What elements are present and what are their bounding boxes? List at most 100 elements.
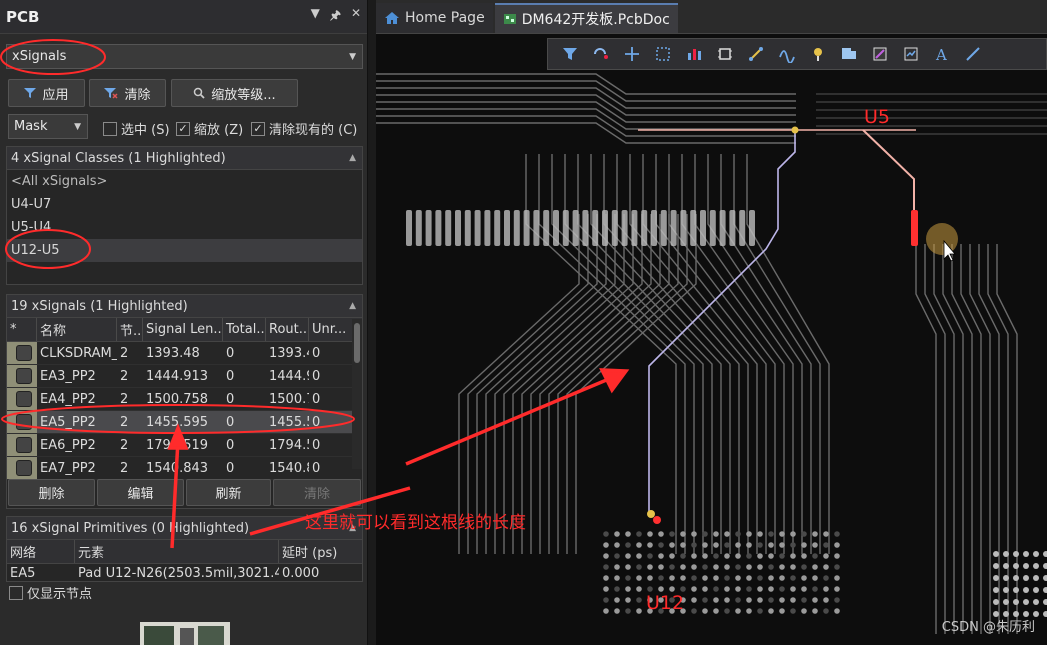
pad-icon[interactable] [802,40,833,68]
net-via-bottom[interactable] [647,510,655,518]
panel-title-bar: PCB ▼ 🖈 ✕ [0,0,367,34]
signal-unrouted: 0 [312,460,321,476]
col-star[interactable]: * [7,318,37,341]
pcb-canvas[interactable] [376,34,1047,645]
line-icon[interactable] [957,40,988,68]
row-color-swatch[interactable] [7,457,37,479]
col-element[interactable]: 元素 [75,540,279,563]
row-color-swatch[interactable] [7,411,37,433]
clear-filter-icon [104,88,119,99]
xsignals-scrollbar[interactable] [352,319,362,469]
component-icon[interactable] [709,40,740,68]
delete-button[interactable]: 删除 [8,479,95,506]
clear-existing-checkbox-box[interactable]: ✓ [251,121,265,136]
show-nodes-only-checkbox[interactable]: 仅显示节点 [9,583,92,602]
bar-chart-icon[interactable] [678,40,709,68]
interactive-route-icon[interactable] [740,40,771,68]
magnifier-icon [194,87,205,99]
u12-source-pad[interactable] [653,516,661,524]
xsignals-table-header: * 名称 节... Signal Len... Total... Rout...… [7,318,362,342]
dimension-icon[interactable] [895,40,926,68]
signal-routed: 1540.8 [269,460,309,476]
filter-type-select[interactable]: xSignals ▼ [6,44,363,69]
u5-target-pad[interactable] [911,210,918,246]
signal-length: 1393.48 [146,345,200,361]
clear-button[interactable]: 清除 [89,79,166,107]
class-item-all[interactable]: <All xSignals> [7,170,362,193]
xsignal-row[interactable]: CLKSDRAM_21393.4801393.40 [7,342,362,365]
col-net[interactable]: 网络 [7,540,75,563]
pcb-doc-icon [503,14,516,24]
col-signal-length[interactable]: Signal Len... [143,318,223,341]
xsignal-row[interactable]: EA3_PP221444.91301444.90 [7,365,362,388]
tab-pcbdoc[interactable]: DM642开发板.PcbDoc [494,3,678,33]
select-checkbox-box[interactable] [103,121,117,136]
signal-name: EA6_PP2 [40,437,96,453]
class-item-u12-u5[interactable]: U12-U5 [7,239,362,262]
xsignals-scroll-thumb[interactable] [354,323,360,363]
clear-existing-checkbox[interactable]: ✓ 清除现有的 (C) [251,119,357,138]
show-nodes-only-box[interactable] [9,585,23,600]
primitive-delay: 0.000 [282,565,320,581]
diff-pair-icon[interactable] [771,40,802,68]
zoom-checkbox[interactable]: ✓ 缩放 (Z) [176,119,243,138]
col-delay[interactable]: 延时 (ps) [279,540,354,563]
u5-annotation: U5 [864,106,890,128]
route-icon[interactable] [585,40,616,68]
panel-menu-icon[interactable]: ▼ [311,6,320,27]
apply-button[interactable]: 应用 [8,79,85,107]
text-icon[interactable]: A [926,40,957,68]
collapse-icon[interactable]: ▲ [349,153,356,163]
xsignal-row[interactable]: EA5_PP221455.59501455.50 [7,411,362,434]
col-unrouted[interactable]: Unr... [309,318,353,341]
clear-signals-button[interactable]: 清除 [273,479,361,506]
pcb-editor: Home Page DM642开发板.PcbDoc A U5 U12 CSDN … [376,0,1047,645]
panel-pin-icon[interactable]: 🖈 [330,6,341,27]
class-item-u5-u4[interactable]: U5-U4 [7,216,362,239]
xsignal-row[interactable]: EA7_PP221540.84301540.80 [7,457,362,480]
xsignal-row[interactable]: EA6_PP221794.51901794.50 [7,434,362,457]
document-tabs: Home Page DM642开发板.PcbDoc [376,0,1047,34]
col-name[interactable]: 名称 [37,318,117,341]
signal-length: 1500.758 [146,391,209,407]
csdn-watermark: CSDN @朱历利 [941,620,1035,635]
zoom-level-label: 缩放等级... [211,87,276,103]
tab-home-label: Home Page [405,10,485,26]
select-checkbox[interactable]: 选中 (S) [103,119,170,138]
refresh-button[interactable]: 刷新 [186,479,271,506]
region-icon[interactable] [864,40,895,68]
tab-home-page[interactable]: Home Page [376,3,493,33]
xsignal-row[interactable]: EA4_PP221500.75801500.70 [7,388,362,411]
xsignal-classes-header: 4 xSignal Classes (1 Highlighted) ▲ [7,147,362,170]
mask-mode-select[interactable]: Mask ▼ [8,114,88,139]
pcb-panel: PCB ▼ 🖈 ✕ xSignals ▼ 应用 清除 缩放等级... Mask … [0,0,368,645]
signal-unrouted: 0 [312,437,321,453]
board-preview-thumbnail [140,622,230,645]
collapse-icon[interactable]: ▲ [349,301,356,311]
select-rect-icon[interactable] [647,40,678,68]
net-via-top[interactable] [791,126,799,134]
zoom-level-button[interactable]: 缩放等级... [171,79,298,107]
zoom-checkbox-box[interactable]: ✓ [176,121,190,136]
row-color-swatch[interactable] [7,388,37,410]
chevron-down-icon: ▼ [349,51,356,62]
signal-length: 1794.519 [146,437,209,453]
filter-icon[interactable] [554,40,585,68]
row-color-swatch[interactable] [7,434,37,456]
signal-total: 0 [226,460,235,476]
active-bar-toolbar: A [547,38,1047,70]
panel-close-icon[interactable]: ✕ [351,6,361,27]
col-routed[interactable]: Rout... [266,318,309,341]
col-nodes[interactable]: 节... [117,318,143,341]
signal-total: 0 [226,437,235,453]
xsignals-section: 19 xSignals (1 Highlighted) ▲ * 名称 节... … [6,294,363,509]
row-color-swatch[interactable] [7,365,37,387]
primitive-row[interactable]: EA5 Pad U12-N26(2503.5mil,3021.46 0.000 [7,564,362,582]
row-color-swatch[interactable] [7,342,37,364]
edit-button[interactable]: 编辑 [97,479,184,506]
class-item-u4-u7[interactable]: U4-U7 [7,193,362,216]
col-total[interactable]: Total... [223,318,266,341]
polygon-icon[interactable] [833,40,864,68]
filter-type-value: xSignals [12,49,67,64]
crosshair-icon[interactable] [616,40,647,68]
